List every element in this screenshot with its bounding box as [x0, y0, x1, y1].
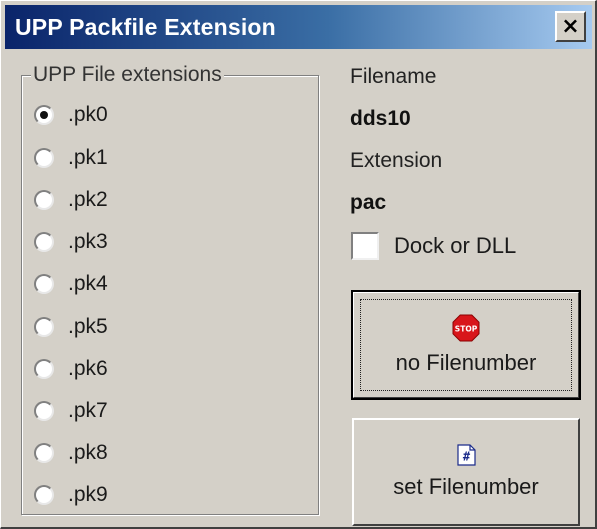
radio-label: .pk9 — [68, 483, 108, 506]
radio-label: .pk1 — [68, 146, 108, 169]
radio-pk9[interactable]: .pk9 — [34, 480, 108, 510]
radio-button[interactable] — [34, 485, 54, 505]
radio-label: .pk8 — [68, 441, 108, 464]
set-filenumber-label: set Filenumber — [393, 474, 539, 499]
close-button[interactable]: × — [555, 11, 586, 42]
radio-button[interactable] — [34, 317, 54, 337]
radio-button[interactable] — [34, 148, 54, 168]
radio-label: .pk2 — [68, 188, 108, 211]
groupbox-legend: UPP File extensions — [31, 63, 224, 87]
radio-button[interactable] — [34, 190, 54, 210]
radio-button[interactable] — [34, 359, 54, 379]
radio-label: .pk5 — [68, 315, 108, 338]
focus-rect — [360, 299, 572, 391]
dialog-window: UPP Packfile Extension × UPP File extens… — [0, 0, 597, 529]
hash-icon-text: # — [463, 450, 471, 464]
radio-button[interactable] — [34, 443, 54, 463]
radio-label: .pk3 — [68, 230, 108, 253]
radio-selected-dot — [40, 111, 48, 119]
extension-value: pac — [350, 191, 387, 214]
close-icon: × — [561, 14, 580, 39]
window-title: UPP Packfile Extension — [15, 14, 276, 40]
radio-label: .pk7 — [68, 399, 108, 422]
radio-pk8[interactable]: .pk8 — [34, 438, 108, 468]
extension-label: Extension — [350, 149, 443, 172]
radio-label: .pk4 — [68, 272, 108, 295]
radio-pk3[interactable]: .pk3 — [34, 227, 108, 257]
radio-label: .pk6 — [68, 357, 108, 380]
dock-or-dll-label: Dock or DLL — [394, 233, 517, 258]
radio-button[interactable] — [34, 274, 54, 294]
radio-button[interactable] — [34, 401, 54, 421]
radio-pk0[interactable]: .pk0 — [34, 100, 108, 130]
filename-value: dds10 — [350, 107, 411, 130]
radio-label: .pk0 — [68, 103, 108, 126]
no-filenumber-button[interactable]: STOP no Filenumber — [351, 290, 581, 400]
radio-pk6[interactable]: .pk6 — [34, 354, 108, 384]
radio-pk4[interactable]: .pk4 — [34, 269, 108, 299]
radio-pk7[interactable]: .pk7 — [34, 396, 108, 426]
radio-pk2[interactable]: .pk2 — [34, 185, 108, 215]
radio-pk5[interactable]: .pk5 — [34, 312, 108, 342]
radio-pk1[interactable]: .pk1 — [34, 143, 108, 173]
set-filenumber-button[interactable]: # set Filenumber — [352, 418, 580, 526]
radio-button[interactable] — [34, 232, 54, 252]
dock-or-dll-checkbox[interactable] — [351, 232, 379, 260]
radio-button[interactable] — [34, 105, 54, 125]
filename-label: Filename — [350, 65, 437, 88]
hash-icon: # — [455, 444, 477, 466]
title-bar[interactable]: UPP Packfile Extension × — [5, 5, 592, 49]
